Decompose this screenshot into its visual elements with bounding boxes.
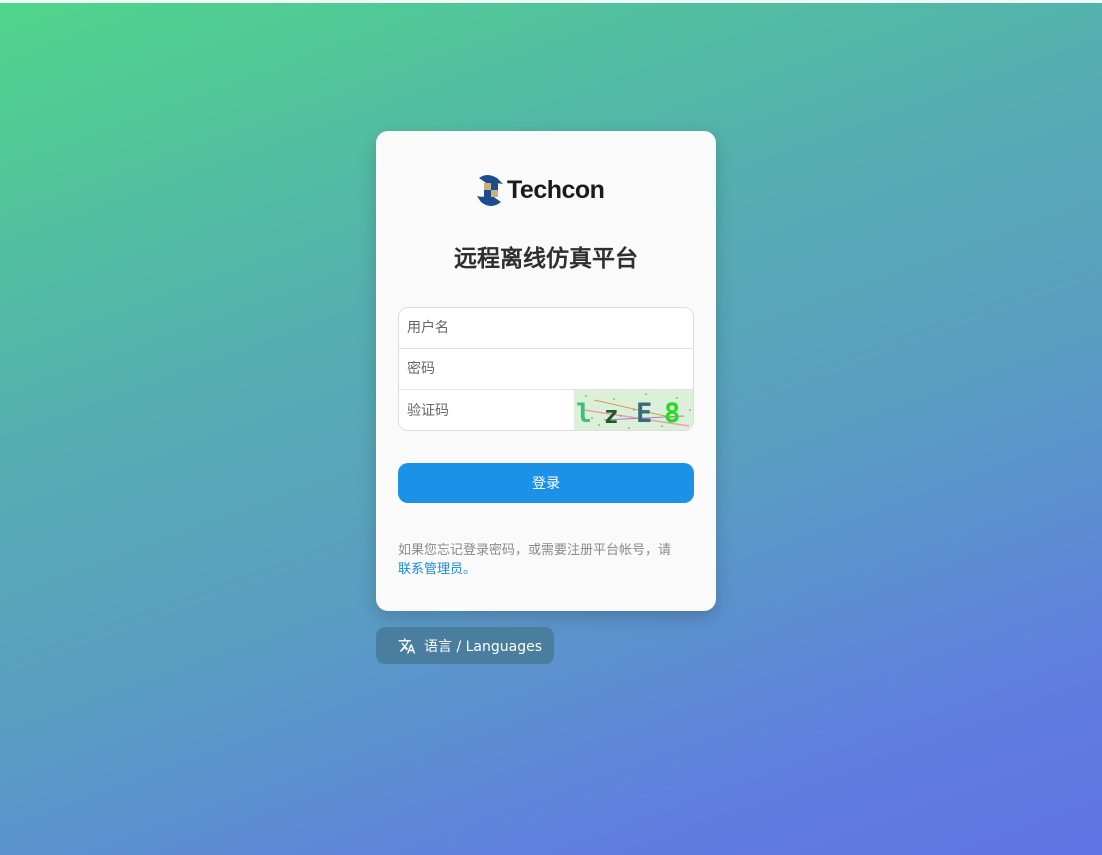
page-title: 远程离线仿真平台 xyxy=(454,246,638,272)
brand-logo: Techcon xyxy=(475,171,620,209)
password-input[interactable] xyxy=(399,349,693,389)
login-card: Techcon 远程离线仿真平台 l z xyxy=(376,131,716,611)
username-input[interactable] xyxy=(399,308,693,348)
login-form: l z E 8 xyxy=(398,307,694,431)
captcha-field-row: l z E 8 xyxy=(399,390,694,431)
login-button[interactable]: 登录 xyxy=(398,463,694,503)
password-field-row xyxy=(399,349,693,390)
help-message: 如果您忘记登录密码，或需要注册平台帐号，请 xyxy=(398,543,672,558)
help-text: 如果您忘记登录密码，或需要注册平台帐号，请 联系管理员。 xyxy=(398,541,698,579)
language-label: 语言 / Languages xyxy=(424,638,543,655)
captcha-input[interactable] xyxy=(399,390,573,430)
captcha-char: 8 xyxy=(664,398,680,429)
username-field-row xyxy=(399,308,693,349)
techcon-logo-icon xyxy=(477,175,503,206)
language-button[interactable]: 语言 / Languages xyxy=(376,627,554,664)
contact-admin-link[interactable]: 联系管理员。 xyxy=(398,562,476,577)
translate-icon xyxy=(398,638,416,653)
captcha-char: E xyxy=(636,398,652,429)
top-edge xyxy=(0,0,1102,3)
logo-text: Techcon xyxy=(507,175,605,204)
captcha-char: l xyxy=(576,399,592,429)
captcha-image[interactable]: l z E 8 xyxy=(574,390,694,431)
captcha-char: z xyxy=(604,401,618,429)
